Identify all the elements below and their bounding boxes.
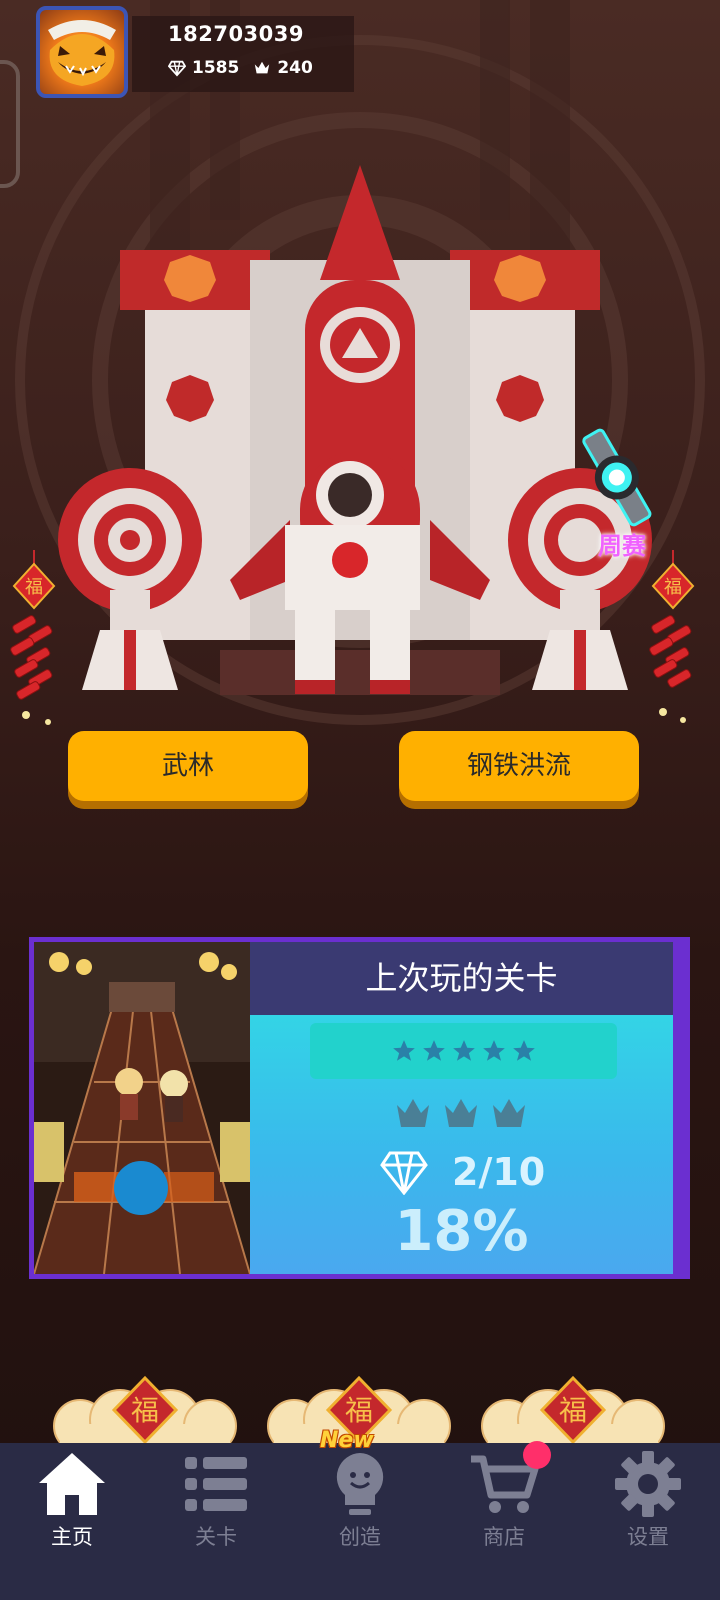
level-progress-panel: 2/10 18% [250, 1015, 673, 1274]
nav-shop-label: 商店 [483, 1525, 525, 1549]
nav-home[interactable]: 主页 [0, 1443, 144, 1600]
new-badge: New [320, 1428, 374, 1453]
crown-icon [397, 1099, 429, 1127]
diamond-count: 1585 [192, 58, 240, 78]
crown-icon [493, 1099, 525, 1127]
gem-count: 2/10 [452, 1150, 546, 1194]
svg-text:福: 福 [131, 1394, 159, 1427]
firecracker-decoration-icon: 福 [649, 550, 695, 723]
completion-percent: 18% [394, 1199, 529, 1264]
gear-icon [615, 1451, 681, 1517]
last-played-title: 上次玩的关卡 [250, 942, 673, 1015]
nav-home-label: 主页 [51, 1525, 93, 1549]
side-menu-handle[interactable] [0, 60, 20, 188]
nav-shop[interactable]: 商店 [432, 1441, 576, 1600]
crown-icon [255, 61, 270, 74]
diamond-icon [380, 1151, 428, 1195]
notification-dot [523, 1441, 551, 1469]
nav-create[interactable]: 创造 [288, 1443, 432, 1600]
gem-progress: 2/10 [380, 1149, 545, 1195]
home-icon [39, 1453, 105, 1515]
steel-torrent-mode-button[interactable]: 钢铁洪流 [399, 731, 639, 801]
nav-settings[interactable]: 设置 [576, 1443, 720, 1600]
star-icon [392, 1040, 415, 1061]
crown-icon [445, 1099, 477, 1127]
weekly-event-label[interactable]: 周赛 [598, 526, 646, 561]
star-icon [452, 1040, 475, 1061]
weekly-event-icon[interactable] [566, 418, 666, 538]
svg-text:福: 福 [345, 1394, 373, 1427]
pumpkin-avatar-icon[interactable] [36, 6, 128, 98]
last-played-card[interactable]: 上次玩的关卡 2/10 18% [29, 937, 690, 1279]
list-icon [185, 1457, 247, 1511]
star-icon [422, 1040, 445, 1061]
bottom-navigation: 主页 关卡 创造 商店 设置 [0, 1441, 720, 1600]
user-id: 182703039 [168, 22, 305, 46]
star-rating [310, 1023, 617, 1079]
level-thumbnail[interactable] [34, 942, 250, 1274]
nav-levels[interactable]: 关卡 [144, 1443, 288, 1600]
player-stats: 182703039 1585 240 [132, 16, 354, 92]
crown-count: 240 [277, 58, 313, 78]
fortune-cloud-icon[interactable]: 福 [478, 1374, 668, 1454]
svg-text:福: 福 [559, 1394, 587, 1427]
diamond-icon [168, 60, 186, 77]
nav-create-label: 创造 [339, 1525, 381, 1549]
firecracker-decoration-icon: 福 [10, 550, 56, 725]
fortune-cloud-icon[interactable]: 福 [50, 1374, 240, 1454]
bulb-icon [336, 1453, 384, 1515]
svg-text:福: 福 [664, 577, 682, 598]
wulin-mode-button[interactable]: 武林 [68, 731, 308, 801]
star-icon [482, 1040, 505, 1061]
svg-text:福: 福 [25, 577, 43, 598]
currency-row: 1585 240 [168, 58, 327, 78]
crown-rating [393, 1093, 529, 1133]
nav-settings-label: 设置 [627, 1525, 669, 1549]
star-icon [512, 1040, 535, 1061]
nav-levels-label: 关卡 [195, 1525, 237, 1549]
